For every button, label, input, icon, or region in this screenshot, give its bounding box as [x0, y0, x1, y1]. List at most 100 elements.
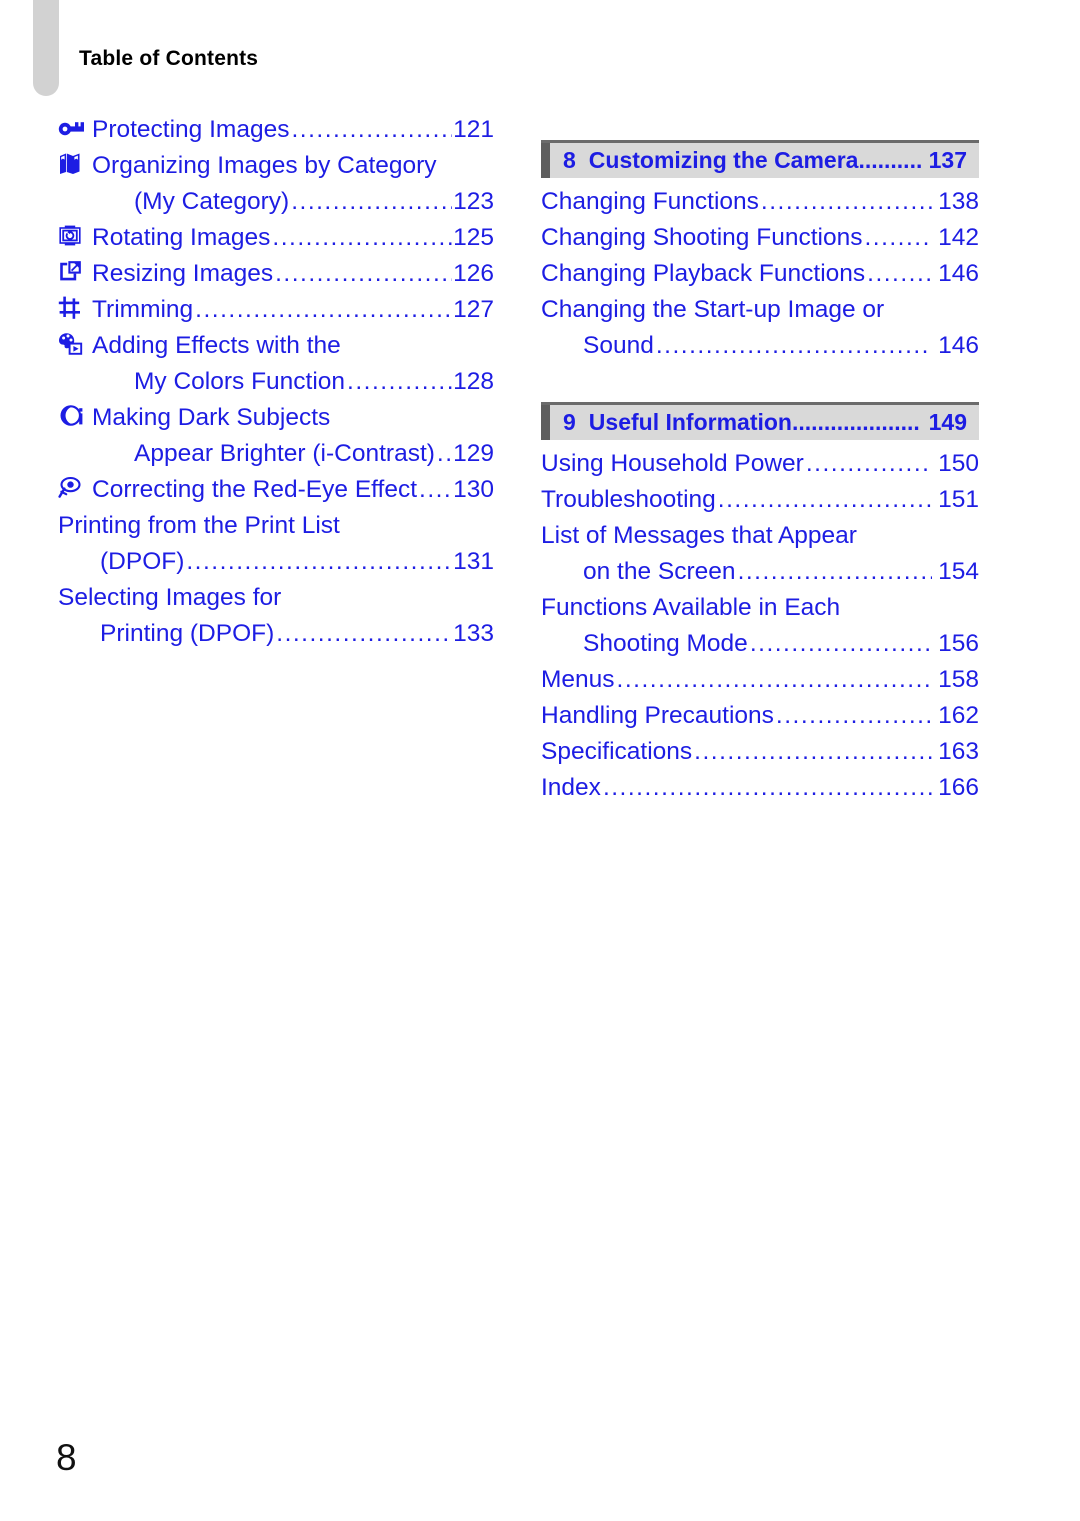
chapter-header-bar[interactable]: 9 Useful Information 149 — [541, 402, 979, 440]
books-category-icon — [58, 151, 88, 175]
leader-dots — [864, 220, 932, 256]
toc-entry-label: Selecting Images for — [58, 584, 282, 611]
toc-entry-page: 125 — [453, 224, 494, 251]
toc-entry-line[interactable]: Sound 146 — [541, 328, 979, 364]
toc-entry-page: 131 — [453, 548, 494, 575]
toc-entry-line[interactable]: Changing Functions 138 — [541, 184, 979, 220]
toc-entry-label: Index — [541, 774, 601, 801]
toc-entry-page: 121 — [453, 116, 494, 143]
toc-entry-label: on the Screen — [583, 558, 736, 585]
toc-entry-line[interactable]: Functions Available in Each — [541, 590, 979, 626]
toc-entry-line[interactable]: (My Category) 123 — [58, 184, 494, 220]
toc-entry[interactable]: Changing the Start-up Image or Sound 146 — [541, 292, 979, 364]
toc-entry-label: Using Household Power — [541, 450, 804, 477]
resize-icon — [58, 260, 88, 284]
toc-entry-page: 156 — [938, 630, 979, 657]
toc-entry[interactable]: Using Household Power 150 — [541, 446, 979, 482]
toc-entry-line[interactable]: Changing Shooting Functions 142 — [541, 220, 979, 256]
toc-entry-line[interactable]: Printing (DPOF) 133 — [58, 616, 494, 652]
toc-entry-page: 158 — [938, 666, 979, 693]
toc-entry-line[interactable]: Trimming 127 — [58, 292, 494, 328]
leader-dots — [761, 184, 932, 220]
toc-entry[interactable]: Functions Available in Each Shooting Mode… — [541, 590, 979, 662]
toc-entry-label: Specifications — [541, 738, 693, 765]
toc-entry[interactable]: Resizing Images 126 — [58, 256, 494, 292]
toc-entry[interactable]: Troubleshooting 151 — [541, 482, 979, 518]
chapter-gap — [541, 378, 979, 402]
document-page: Table of Contents Protecting Images 121 O… — [0, 0, 1080, 1521]
toc-entry-line[interactable]: Menus 158 — [541, 662, 979, 698]
toc-entry-label: Troubleshooting — [541, 486, 716, 513]
toc-entry-line[interactable]: Using Household Power 150 — [541, 446, 979, 482]
toc-entry-line[interactable]: Selecting Images for — [58, 580, 494, 616]
toc-entry-line[interactable]: Protecting Images 121 — [58, 112, 494, 148]
toc-entry[interactable]: List of Messages that Appear on the Scree… — [541, 518, 979, 590]
toc-entry-line[interactable]: Organizing Images by Category — [58, 148, 494, 184]
toc-entry-line[interactable]: Changing Playback Functions 146 — [541, 256, 979, 292]
toc-entry-label: Making Dark Subjects — [92, 404, 331, 431]
toc-entry[interactable]: Specifications 163 — [541, 734, 979, 770]
crop-icon — [58, 296, 88, 320]
toc-entry-line[interactable]: Specifications 163 — [541, 734, 979, 770]
toc-entry-line[interactable]: List of Messages that Appear — [541, 518, 979, 554]
toc-entry-line[interactable]: My Colors Function 128 — [58, 364, 494, 400]
toc-entry-page: 128 — [453, 368, 494, 395]
chapter-accent-bar — [541, 405, 550, 440]
toc-entry-line[interactable]: Shooting Mode 156 — [541, 626, 979, 662]
toc-entry-page: 138 — [938, 188, 979, 215]
toc-entry-line[interactable]: Appear Brighter (i-Contrast) 129 — [58, 436, 494, 472]
toc-entry-line[interactable]: Rotating Images 125 — [58, 220, 494, 256]
icon-spacer — [58, 367, 88, 391]
toc-entry-line[interactable]: Index 166 — [541, 770, 979, 806]
toc-entry-line[interactable]: Printing from the Print List — [58, 508, 494, 544]
toc-entry[interactable]: Organizing Images by Category (My Categor… — [58, 148, 494, 220]
toc-entry-line[interactable]: Troubleshooting 151 — [541, 482, 979, 518]
toc-entry-label: My Colors Function — [134, 368, 346, 395]
toc-entry-label: Handling Precautions — [541, 702, 774, 729]
toc-entry[interactable]: Trimming 127 — [58, 292, 494, 328]
toc-entry-line[interactable]: Adding Effects with the — [58, 328, 494, 364]
toc-entry-line[interactable]: Making Dark Subjects — [58, 400, 494, 436]
toc-entry-page: 133 — [453, 620, 494, 647]
toc-entry[interactable]: Handling Precautions 162 — [541, 698, 979, 734]
toc-entry[interactable]: Index 166 — [541, 770, 979, 806]
toc-entry[interactable]: Changing Playback Functions 146 — [541, 256, 979, 292]
toc-entry[interactable]: Rotating Images 125 — [58, 220, 494, 256]
toc-entry[interactable]: Selecting Images for Printing (DPOF) 133 — [58, 580, 494, 652]
chapter-header-bar[interactable]: 8 Customizing the Camera 137 — [541, 140, 979, 178]
toc-entry-page: 146 — [938, 260, 979, 287]
toc-entry-label: Appear Brighter (i-Contrast) — [134, 440, 435, 467]
toc-entry[interactable]: Adding Effects with the My Colors Functio… — [58, 328, 494, 400]
toc-left-column: Protecting Images 121 Organizing Images b… — [58, 112, 494, 652]
toc-entry-label: Printing from the Print List — [58, 512, 340, 539]
toc-entry[interactable]: Making Dark Subjects Appear Brighter (i-C… — [58, 400, 494, 472]
leader-dots — [437, 436, 452, 472]
leader-dots — [419, 472, 452, 508]
toc-entry-label: List of Messages that Appear — [541, 522, 857, 549]
leader-dots — [750, 626, 932, 662]
toc-entry-line[interactable]: Resizing Images 126 — [58, 256, 494, 292]
toc-entry[interactable]: Changing Shooting Functions 142 — [541, 220, 979, 256]
toc-entry[interactable]: Changing Functions 138 — [541, 184, 979, 220]
toc-entry-label: Functions Available in Each — [541, 594, 841, 621]
leader-dots — [347, 364, 452, 400]
leader-dots — [738, 554, 933, 590]
toc-entry-line[interactable]: Handling Precautions 162 — [541, 698, 979, 734]
toc-entry[interactable]: Menus 158 — [541, 662, 979, 698]
toc-entry-line[interactable]: Correcting the Red-Eye Effect 130 — [58, 472, 494, 508]
toc-entry[interactable]: Printing from the Print List (DPOF) 131 — [58, 508, 494, 580]
leader-dots — [718, 482, 932, 518]
toc-entry[interactable]: Correcting the Red-Eye Effect 130 — [58, 472, 494, 508]
toc-entry-line[interactable]: on the Screen 154 — [541, 554, 979, 590]
toc-entry-label: (My Category) — [134, 188, 290, 215]
toc-entry-label: Trimming — [92, 296, 194, 323]
toc-entry[interactable]: Protecting Images 121 — [58, 112, 494, 148]
toc-entry-page: 142 — [938, 224, 979, 251]
toc-entry-line[interactable]: Changing the Start-up Image or — [541, 292, 979, 328]
toc-entry-line[interactable]: (DPOF) 131 — [58, 544, 494, 580]
chapter-title: Useful Information — [588, 409, 792, 435]
toc-chapter-group: 9 Useful Information 149 Using Household Po… — [541, 402, 979, 806]
leader-dots — [694, 734, 932, 770]
leader-dots — [806, 446, 932, 482]
chapter-number: 8 — [563, 147, 576, 173]
